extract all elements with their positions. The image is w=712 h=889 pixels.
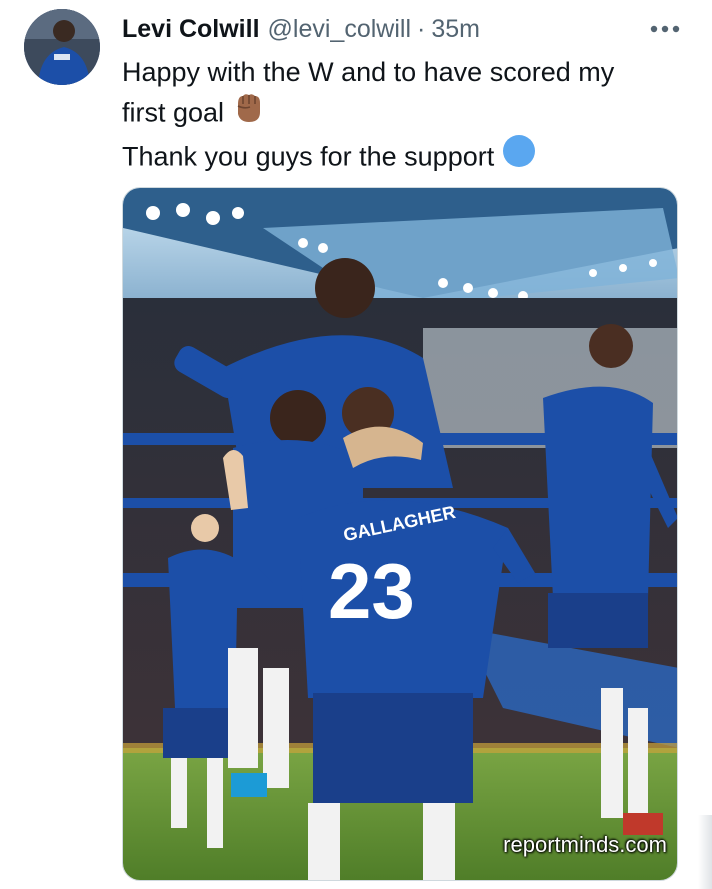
tweet-timestamp[interactable]: 35m xyxy=(431,12,480,46)
more-options-button[interactable] xyxy=(648,18,682,40)
avatar-image xyxy=(24,9,100,85)
raised-fist-emoji xyxy=(232,90,266,135)
tweet-text: Happy with the W and to have scored my f… xyxy=(122,54,682,181)
tweet-text-line-2-wrap: first goal xyxy=(122,92,682,137)
edge-shadow xyxy=(698,815,712,889)
separator-dot: · xyxy=(417,15,426,43)
shirt-number: 23 xyxy=(328,547,415,635)
tweet-text-line-3-wrap: Thank you guys for the support xyxy=(122,134,682,181)
blue-circle-emoji xyxy=(502,134,536,179)
tweet-text-line-2: first goal xyxy=(122,96,225,127)
celebration-photo: GALLAGHER 23 xyxy=(123,188,677,880)
author-handle[interactable]: @levi_colwill xyxy=(268,12,411,46)
author-display-name[interactable]: Levi Colwill xyxy=(122,12,260,46)
tweet-text-line-1: Happy with the W and to have scored my xyxy=(122,57,615,87)
photo-watermark: reportminds.com xyxy=(503,832,667,857)
tweet-header: Levi Colwill @levi_colwill · 35m xyxy=(122,12,682,46)
tweet-text-line-3: Thank you guys for the support xyxy=(122,141,495,172)
tweet-photo[interactable]: GALLAGHER 23 reportminds.com xyxy=(122,187,678,881)
more-horizontal-icon xyxy=(650,25,680,33)
author-avatar[interactable] xyxy=(24,9,100,85)
